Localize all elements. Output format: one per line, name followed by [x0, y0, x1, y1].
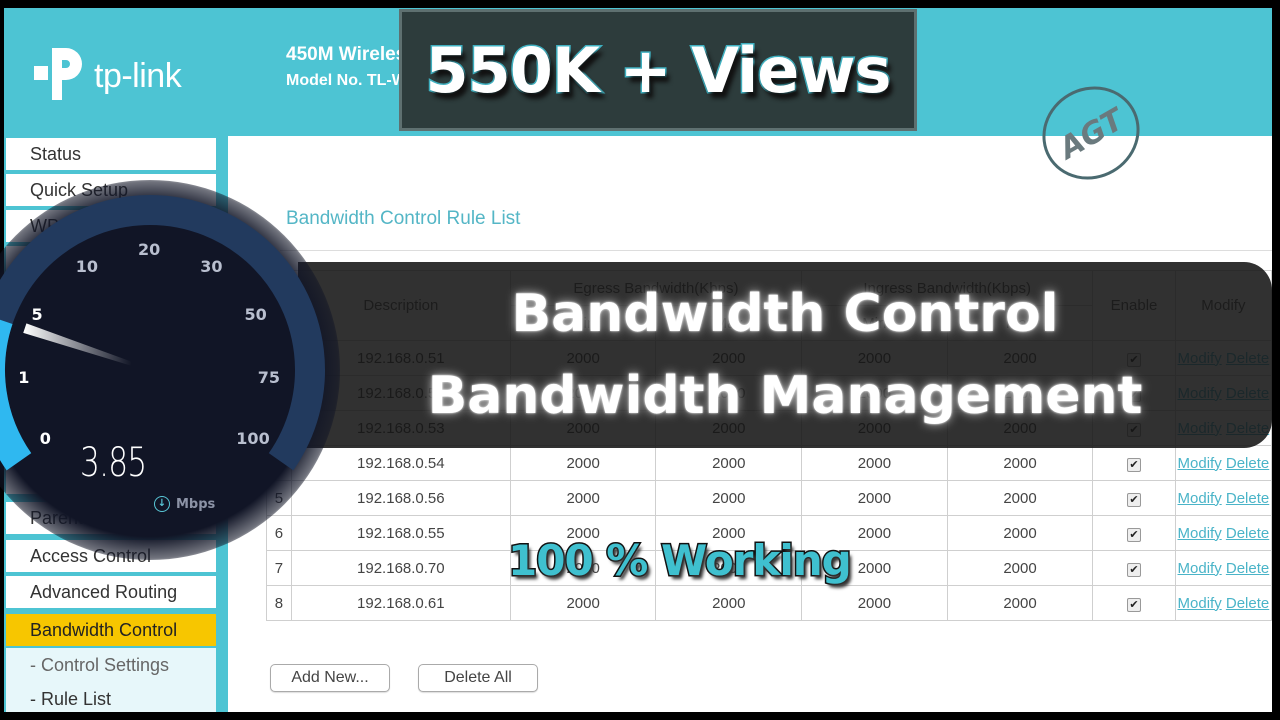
- sidebar-item-advanced-routing[interactable]: Advanced Routing: [6, 576, 216, 608]
- gauge-tick-label: 5: [31, 304, 43, 324]
- egress-min: 2000: [509, 585, 657, 621]
- gauge-needle: [23, 323, 132, 366]
- modify-link[interactable]: Modify: [1178, 560, 1222, 577]
- rule-id: 7: [266, 550, 292, 586]
- agt-watermark-icon: AGT: [1042, 86, 1140, 180]
- ingress-max: 2000: [946, 445, 1094, 481]
- views-banner: 550K + Views: [402, 12, 914, 128]
- sidebar-item-bandwidth-control[interactable]: Bandwidth Control: [6, 614, 216, 646]
- gauge-tick-label: 20: [138, 240, 161, 259]
- table-row: 4192.168.0.542000200020002000✔Modify Del…: [266, 445, 1272, 481]
- gauge-tick-label: 30: [200, 257, 223, 277]
- egress-max: 2000: [655, 480, 803, 516]
- delete-link[interactable]: Delete: [1226, 490, 1269, 507]
- modify-cell: Modify Delete: [1174, 480, 1272, 516]
- enable-checkbox[interactable]: ✔: [1127, 457, 1142, 472]
- rule-id: 8: [266, 585, 292, 621]
- ingress-max: 2000: [946, 480, 1094, 516]
- sidebar-subitem-control-settings[interactable]: - Control Settings: [6, 648, 216, 682]
- modify-link[interactable]: Modify: [1178, 490, 1222, 507]
- rule-description: 192.168.0.61: [290, 585, 511, 621]
- enable-cell: ✔: [1092, 585, 1176, 621]
- modify-link[interactable]: Modify: [1178, 525, 1222, 542]
- enable-checkbox[interactable]: ✔: [1127, 527, 1142, 542]
- brand-name: tp-link: [94, 56, 182, 95]
- enable-checkbox[interactable]: ✔: [1127, 597, 1142, 612]
- tp-link-logo: tp-link: [30, 44, 182, 108]
- modify-link[interactable]: Modify: [1178, 455, 1222, 472]
- delete-all-button[interactable]: Delete All: [418, 664, 538, 692]
- modify-cell: Modify Delete: [1174, 515, 1272, 551]
- enable-cell: ✔: [1092, 480, 1176, 516]
- watermark-text: AGT: [1052, 101, 1132, 167]
- egress-max: 2000: [655, 585, 803, 621]
- gauge-fill: [0, 319, 32, 471]
- add-new-button[interactable]: Add New...: [270, 664, 390, 692]
- table-row: 8 192.168.0.61 2000 2000 2000 2000 ✔ Modify Del…: [266, 585, 1272, 621]
- tp-link-logo-icon: [34, 48, 82, 100]
- title-overlay: Bandwidth Control Bandwidth Management: [298, 262, 1272, 448]
- delete-link[interactable]: Delete: [1226, 560, 1269, 577]
- ingress-max: 2000: [946, 585, 1094, 621]
- delete-link[interactable]: Delete: [1226, 455, 1269, 472]
- delete-link[interactable]: Delete: [1226, 525, 1269, 542]
- sidebar-subitem-rule-list[interactable]: - Rule List: [6, 682, 216, 712]
- ingress-min: 2000: [801, 480, 948, 516]
- gauge-tick-label: 100: [236, 428, 270, 448]
- working-label: 100 % Working: [507, 535, 854, 587]
- delete-link[interactable]: Delete: [1226, 595, 1269, 612]
- ingress-min: 2000: [801, 445, 948, 481]
- enable-checkbox[interactable]: ✔: [1127, 492, 1142, 507]
- gauge-tick-label: 1: [18, 367, 30, 387]
- egress-min: 2000: [509, 445, 657, 481]
- modify-cell: Modify Delete: [1174, 445, 1272, 481]
- ingress-max: 2000: [946, 515, 1094, 551]
- modify-link[interactable]: Modify: [1178, 595, 1222, 612]
- table-row: 5192.168.0.562000200020002000✔Modify Del…: [266, 480, 1272, 516]
- enable-cell: ✔: [1092, 515, 1176, 551]
- gauge-tick-label: 50: [244, 304, 267, 324]
- gauge-unit: ↓ Mbps: [154, 496, 215, 512]
- ingress-max: 2000: [946, 550, 1094, 586]
- speed-gauge: 0 1 5 10 20 30 50 75 100 3.85 ↓ Mbps: [0, 170, 360, 560]
- enable-cell: ✔: [1092, 445, 1176, 481]
- title-divider: [280, 250, 1272, 251]
- enable-checkbox[interactable]: ✔: [1127, 562, 1142, 577]
- egress-max: 2000: [655, 445, 803, 481]
- enable-cell: ✔: [1092, 550, 1176, 586]
- gauge-tick-label: 10: [75, 257, 98, 277]
- egress-min: 2000: [509, 480, 657, 516]
- overlay-title-line-2: Bandwidth Management: [427, 366, 1143, 426]
- ingress-min: 2000: [801, 585, 948, 621]
- rule-description: 192.168.0.70: [290, 550, 511, 586]
- modify-cell: Modify Delete: [1174, 585, 1272, 621]
- gauge-unit-label: Mbps: [176, 496, 216, 512]
- gauge-tick-label: 0: [39, 428, 51, 448]
- sidebar-item-status[interactable]: Status: [6, 138, 216, 170]
- views-banner-text: 550K + Views: [424, 32, 893, 108]
- gauge-tick-label: 75: [257, 367, 280, 387]
- gauge-speed-value: 3.85: [80, 440, 147, 486]
- modify-cell: Modify Delete: [1174, 550, 1272, 586]
- overlay-title-line-1: Bandwidth Control: [511, 284, 1059, 344]
- gauge-arcs: [0, 195, 325, 471]
- download-icon: ↓: [154, 496, 170, 512]
